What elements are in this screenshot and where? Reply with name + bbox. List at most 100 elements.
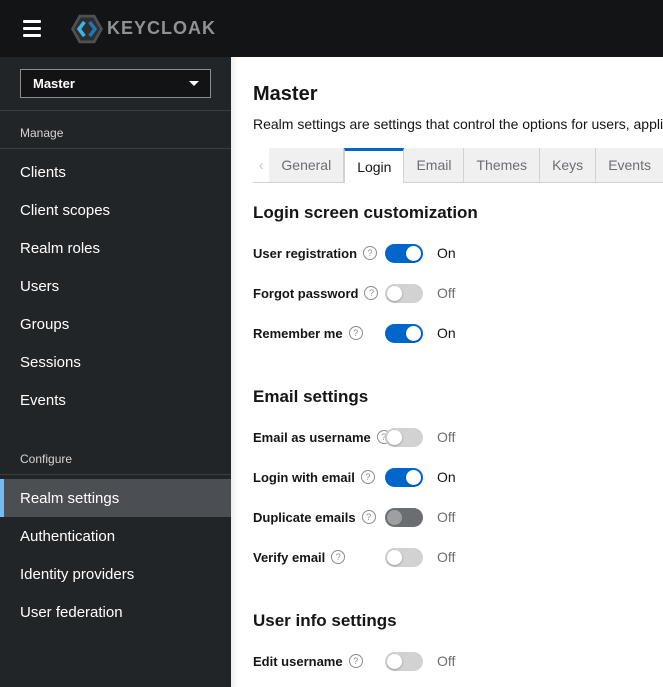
email-as-username-toggle[interactable] (385, 427, 423, 447)
chevron-left-icon[interactable]: ‹ (253, 148, 270, 183)
toggle-row-remember-me: Remember me? On (253, 313, 663, 353)
verify-email-toggle[interactable] (385, 547, 423, 567)
nav-section-configure: Configure Realm settings Authentication Ide… (0, 437, 231, 631)
question-circle-icon[interactable]: ? (364, 286, 379, 300)
realm-selector-value: Master (33, 76, 75, 91)
toggle-state-label: Off (437, 509, 456, 525)
section-heading: User info settings (253, 611, 397, 630)
tab-bar: ‹ General Login Email Themes Keys Events (253, 148, 663, 183)
question-circle-icon[interactable]: ? (348, 326, 363, 340)
hamburger-icon[interactable] (19, 16, 45, 41)
sidebar-item-events[interactable]: Events (0, 381, 231, 419)
duplicate-emails-toggle (385, 507, 423, 527)
masthead: KEYCLOAK (0, 0, 663, 57)
row-label-wrap: Login with email? (253, 470, 385, 485)
keycloak-hexagon-icon (69, 13, 105, 45)
question-circle-icon[interactable]: ? (348, 654, 363, 668)
settings-root: Login screen customization User registrat… (253, 203, 663, 681)
tab-events[interactable]: Events (596, 148, 663, 183)
question-circle-icon[interactable]: ? (360, 470, 375, 484)
question-circle-icon[interactable]: ? (331, 550, 346, 564)
toggle-knob (406, 245, 421, 261)
question-circle-icon[interactable]: ? (363, 246, 378, 260)
toggle-state-label: On (437, 245, 456, 261)
toggle-state-label: Off (437, 653, 456, 669)
forgot-password-toggle[interactable] (385, 283, 423, 303)
page-description: Realm settings are settings that control… (253, 116, 663, 132)
tab-email[interactable]: Email (404, 148, 465, 183)
edit-username-toggle[interactable] (385, 651, 423, 671)
row-label: Remember me (253, 325, 343, 341)
nav-section-title: Manage (0, 111, 231, 149)
sidebar-item-users[interactable]: Users (0, 267, 231, 305)
nav-section-title: Configure (0, 437, 231, 475)
sidebar-item-realm-roles[interactable]: Realm roles (0, 229, 231, 267)
toggle-row-user-registration: User registration? On (253, 233, 663, 273)
toggle-knob (406, 325, 421, 341)
chevron-down-icon (189, 81, 199, 86)
sidebar-item-identity-providers[interactable]: Identity providers (0, 555, 231, 593)
tab-login[interactable]: Login (344, 148, 405, 183)
section-heading: Login screen customization (253, 203, 478, 222)
toggle-state-label: Off (437, 285, 456, 301)
toggle-state-label: Off (437, 429, 456, 445)
login-with-email-toggle[interactable] (385, 467, 423, 487)
toggle-row-forgot-password: Forgot password? Off (253, 273, 663, 313)
row-label-wrap: Forgot password? (253, 286, 385, 301)
nav-section-manage: Manage Clients Client scopes Realm roles Use… (0, 111, 231, 419)
row-label: Login with email (253, 469, 355, 485)
row-label: Forgot password (253, 285, 359, 301)
toggle-row-login-with-email: Login with email? On (253, 457, 663, 497)
toggle-knob (387, 653, 402, 669)
row-label-wrap: Remember me? (253, 326, 385, 341)
row-label: Edit username (253, 653, 343, 669)
sidebar-item-user-federation[interactable]: User federation (0, 593, 231, 631)
brand-wordmark: KEYCLOAK (107, 18, 217, 38)
toggle-knob (406, 469, 421, 485)
nav-list: Realm settings Authentication Identity pro… (0, 475, 231, 631)
nav-list: Clients Client scopes Realm roles Users Grou… (0, 149, 231, 419)
row-label-wrap: Email as username? (253, 429, 391, 445)
row-label: Email as username (253, 429, 371, 445)
tab-keys[interactable]: Keys (540, 148, 597, 183)
section-heading: Email settings (253, 387, 369, 406)
sidebar-nav: Manage Clients Client scopes Realm roles Use… (0, 111, 231, 631)
toggle-knob (387, 509, 402, 525)
question-circle-icon[interactable]: ? (361, 510, 376, 524)
section-login-screen-customization: Login screen customization User registrat… (253, 203, 663, 353)
row-label: Verify email (253, 549, 326, 565)
sidebar-item-groups[interactable]: Groups (0, 305, 231, 343)
row-label-wrap: Edit username? (253, 654, 385, 669)
toggle-knob (387, 549, 402, 565)
section-email-settings: Email settings Email as username? Off Login… (253, 387, 663, 577)
page-title: Master (253, 83, 318, 105)
sidebar: Master Manage Clients Client scopes Realm r… (0, 57, 231, 687)
user-registration-toggle[interactable] (385, 243, 423, 263)
toggle-knob (387, 285, 402, 301)
row-label-wrap: Duplicate emails? (253, 510, 385, 525)
sidebar-item-realm-settings[interactable]: Realm settings (0, 479, 231, 517)
toggle-state-label: Off (437, 549, 456, 565)
tab-general[interactable]: General (269, 148, 345, 183)
section-user-info-settings: User info settings Edit username? Off (253, 611, 663, 681)
sidebar-item-client-scopes[interactable]: Client scopes (0, 191, 231, 229)
toggle-row-verify-email: Verify email? Off (253, 537, 663, 577)
toggle-knob (387, 429, 402, 445)
row-label-wrap: User registration? (253, 246, 385, 261)
sidebar-item-authentication[interactable]: Authentication (0, 517, 231, 555)
toggle-row-edit-username: Edit username? Off (253, 641, 663, 681)
main-content: Master Realm settings are settings that … (231, 57, 663, 687)
realm-selector-wrap: Master (0, 57, 231, 111)
toggle-state-label: On (437, 469, 456, 485)
tab-themes[interactable]: Themes (464, 148, 541, 183)
toggle-state-label: On (437, 325, 456, 341)
row-label: Duplicate emails (253, 509, 356, 525)
row-label-wrap: Verify email? (253, 550, 385, 565)
keycloak-logo: KEYCLOAK (69, 13, 216, 45)
sidebar-item-sessions[interactable]: Sessions (0, 343, 231, 381)
toggle-row-duplicate-emails: Duplicate emails? Off (253, 497, 663, 537)
row-label: User registration (253, 245, 358, 261)
sidebar-item-clients[interactable]: Clients (0, 153, 231, 191)
remember-me-toggle[interactable] (385, 323, 423, 343)
realm-selector[interactable]: Master (20, 69, 211, 98)
